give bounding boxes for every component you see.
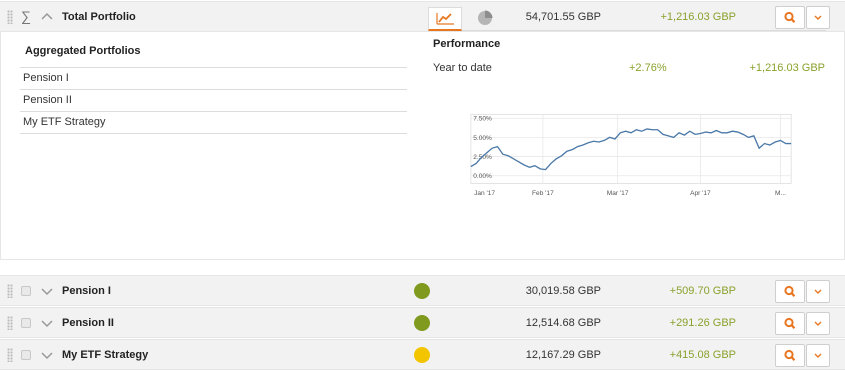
portfolio-name: Pension I <box>62 285 111 297</box>
period-label: Year to date <box>433 62 492 74</box>
x-tick-label: Jan '17 <box>474 190 495 197</box>
list-item: Pension II <box>20 90 407 112</box>
portfolio-row[interactable]: Pension II 12,514.68 GBP +291.26 GBP <box>0 307 845 338</box>
x-tick-label: Mar '17 <box>607 190 629 197</box>
portfolio-value: 30,019.58 GBP <box>525 285 601 297</box>
x-tick-label: Feb '17 <box>532 190 554 197</box>
tab-performance-chart[interactable] <box>428 7 462 31</box>
portfolio-value: 12,514.68 GBP <box>525 317 601 329</box>
search-icon <box>784 285 796 297</box>
search-button[interactable] <box>775 280 805 303</box>
status-dot <box>414 283 430 299</box>
sigma-icon: ∑ <box>21 8 31 24</box>
select-checkbox[interactable] <box>21 286 31 296</box>
chevron-down-icon[interactable] <box>41 286 53 296</box>
select-checkbox[interactable] <box>21 318 31 328</box>
portfolio-name: My ETF Strategy <box>62 349 149 361</box>
portfolio-gain: +291.26 GBP <box>669 317 736 329</box>
list-item: Pension I <box>20 68 407 90</box>
aggregated-portfolios-title: Aggregated Portfolios <box>25 45 141 57</box>
dropdown-button[interactable] <box>806 344 830 367</box>
y-tick-label: 5.00% <box>473 135 492 142</box>
chevron-up-icon[interactable] <box>41 12 53 22</box>
drag-handle-icon[interactable] <box>7 316 13 330</box>
portfolio-name: Pension II <box>62 317 114 329</box>
period-percent: +2.76% <box>629 62 667 74</box>
chevron-down-icon <box>814 353 822 358</box>
y-tick-label: 7.50% <box>473 116 492 123</box>
drag-handle-icon[interactable] <box>7 10 13 24</box>
search-button[interactable] <box>775 344 805 367</box>
tab-allocation-chart[interactable] <box>468 7 502 31</box>
y-tick-label: 2.50% <box>473 154 492 161</box>
list-item: My ETF Strategy <box>20 112 407 134</box>
performance-chart: 7.50% 5.00% 2.50% 0.00% Jan '17 Feb '17 Mar '1… <box>470 113 792 197</box>
chevron-down-icon <box>814 289 822 294</box>
total-portfolio-name: Total Portfolio <box>62 11 136 23</box>
portfolio-row[interactable]: My ETF Strategy 12,167.29 GBP +415.08 GB… <box>0 339 845 370</box>
status-dot <box>414 347 430 363</box>
x-tick-label: M... <box>775 190 786 197</box>
plot-area <box>470 113 792 184</box>
dropdown-button[interactable] <box>806 312 830 335</box>
pie-chart-icon <box>478 10 493 25</box>
select-checkbox[interactable] <box>21 350 31 360</box>
portfolio-gain: +415.08 GBP <box>669 349 736 361</box>
chevron-down-icon[interactable] <box>41 318 53 328</box>
chart-tabs <box>428 7 826 31</box>
status-dot <box>414 315 430 331</box>
line-chart-icon <box>436 13 454 25</box>
portfolio-value: 12,167.29 GBP <box>525 349 601 361</box>
aggregated-portfolios-list: Pension I Pension II My ETF Strategy <box>20 67 407 134</box>
dropdown-button[interactable] <box>806 280 830 303</box>
chevron-down-icon <box>814 321 822 326</box>
period-absolute: +1,216.03 GBP <box>749 62 825 74</box>
x-tick-label: Apr '17 <box>690 190 711 197</box>
search-icon <box>784 349 796 361</box>
search-icon <box>784 317 796 329</box>
performance-summary: Year to date +2.76% +1,216.03 GBP <box>433 62 825 78</box>
drag-handle-icon[interactable] <box>7 284 13 298</box>
y-tick-label: 0.00% <box>473 173 492 180</box>
performance-title: Performance <box>433 38 501 50</box>
drag-handle-icon[interactable] <box>7 348 13 362</box>
portfolio-gain: +509.70 GBP <box>669 285 736 297</box>
chevron-down-icon[interactable] <box>41 350 53 360</box>
search-button[interactable] <box>775 312 805 335</box>
portfolio-row[interactable]: Pension I 30,019.58 GBP +509.70 GBP <box>0 275 845 306</box>
